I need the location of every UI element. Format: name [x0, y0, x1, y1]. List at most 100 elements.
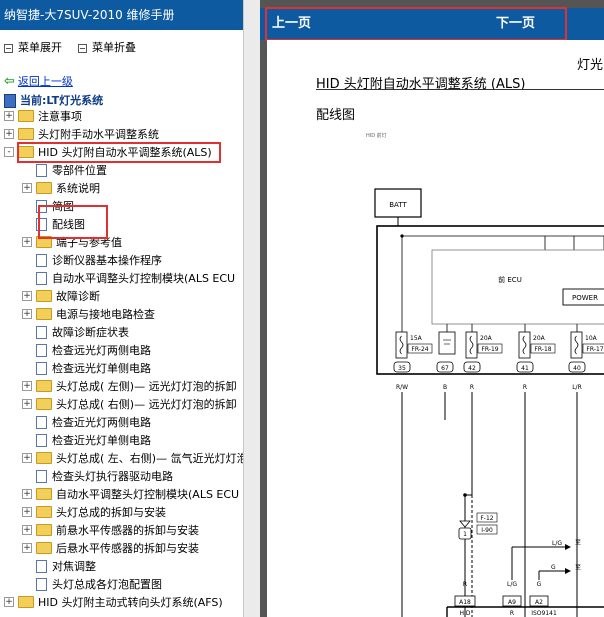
expand-menu-button[interactable]: 菜单展开	[4, 39, 62, 55]
wire-label-1: R/W	[396, 384, 408, 391]
document-icon	[36, 433, 47, 447]
expand-toggle-icon[interactable]: +	[22, 507, 32, 517]
tree-item-label: 零部件位置	[52, 164, 107, 177]
document-icon	[36, 271, 47, 285]
collapse-menu-button[interactable]: 菜单折叠	[78, 39, 136, 55]
tree-item[interactable]: + 电源与接地电路检查	[22, 306, 155, 324]
tree-item-label: 检查头灯执行器驱动电路	[52, 470, 173, 483]
folder-icon	[18, 596, 34, 608]
tree-item-label: 头灯附手动水平调整系统	[38, 128, 159, 141]
tree-item-label: 故障诊断	[56, 290, 100, 303]
ground-block	[438, 331, 456, 355]
folder-icon	[36, 308, 52, 320]
expand-toggle-icon[interactable]: +	[4, 129, 14, 139]
tree-item[interactable]: 头灯总成各灯泡配置图	[22, 576, 162, 594]
tree-item-label: 注意事项	[38, 110, 82, 123]
fuse-3	[465, 331, 478, 359]
document-icon	[36, 163, 47, 177]
tree-item[interactable]: + 前悬水平传感器的拆卸与安装	[22, 522, 199, 540]
document-icon	[36, 253, 47, 267]
tree-item[interactable]: 诊断仪器基本操作程序	[22, 252, 162, 270]
document-viewer: 上一页 下一页 灯光 HID 头灯附自动水平调整系统 (ALS) 配线图 HID…	[260, 0, 604, 617]
document-icon	[36, 559, 47, 573]
tree-item[interactable]: + 故障诊断	[22, 288, 100, 306]
tree-item[interactable]: 自动水平调整头灯控制模块(ALS ECU	[22, 270, 235, 288]
wire-label-4: R	[523, 384, 527, 391]
tree-item[interactable]: 检查头灯执行器驱动电路	[22, 468, 173, 486]
tree-item[interactable]: + HID 头灯附主动式转向头灯系统(AFS)	[4, 594, 223, 612]
bottom-pin-3: A2	[535, 599, 543, 606]
folder-icon	[36, 452, 52, 464]
wire-label-2: B	[443, 384, 447, 391]
bus-node	[400, 234, 404, 238]
document-icon	[36, 415, 47, 429]
collapse-icon	[78, 43, 87, 53]
tree-item-label: 电源与接地电路检查	[56, 308, 155, 321]
tree-item[interactable]: 检查远光灯两侧电路	[22, 342, 151, 360]
tree-item-label: 系统说明	[56, 182, 100, 195]
back-link[interactable]: ⇦ 返回上一级	[4, 73, 73, 89]
folder-icon	[18, 128, 34, 140]
lg-dest: 至	[575, 539, 581, 546]
expand-toggle-icon[interactable]: +	[4, 597, 14, 607]
tree-item-label: 故障诊断症状表	[52, 326, 129, 339]
panel-splitter[interactable]	[243, 0, 260, 617]
collapse-toggle-icon[interactable]: -	[4, 147, 14, 157]
folder-icon	[36, 380, 52, 392]
book-icon	[4, 94, 16, 108]
g-label: G	[551, 564, 556, 571]
bottom-label-3: ISO9141	[531, 610, 557, 617]
tree-item[interactable]: + 系统说明	[22, 180, 100, 198]
expand-toggle-icon[interactable]: +	[22, 309, 32, 319]
pin-3: 42	[468, 365, 476, 372]
tree-item-label: 检查远光灯两侧电路	[52, 344, 151, 357]
ecu-inner-box	[431, 249, 604, 325]
back-arrow-icon: ⇦	[4, 74, 15, 89]
expand-toggle-icon[interactable]: +	[22, 543, 32, 553]
bottom-pin-2: A9	[508, 599, 516, 606]
expand-toggle-icon[interactable]: +	[22, 453, 32, 463]
tree-item[interactable]: 对焦调整	[22, 558, 96, 576]
expand-toggle-icon[interactable]: +	[22, 489, 32, 499]
tree-item[interactable]: + 头灯总成( 左、右侧)— 氙气近光灯灯泡	[22, 450, 243, 468]
document-icon	[36, 325, 47, 339]
expand-toggle-icon[interactable]: +	[22, 381, 32, 391]
tree-item[interactable]: + 后悬水平传感器的拆卸与安装	[22, 540, 199, 558]
tree-item[interactable]: 零部件位置	[22, 162, 107, 180]
expand-toggle-icon[interactable]: +	[22, 291, 32, 301]
tree-item[interactable]: + 头灯总成( 左侧)— 远光灯灯泡的拆卸	[22, 378, 237, 396]
pin-2: 67	[441, 365, 449, 372]
document-icon	[36, 343, 47, 357]
tree-item-label: 检查近光灯两侧电路	[52, 416, 151, 429]
expand-toggle-icon[interactable]: +	[22, 399, 32, 409]
tree-item[interactable]: 故障诊断症状表	[22, 324, 129, 342]
document-page: 灯光 HID 头灯附自动水平调整系统 (ALS) 配线图 HID 前灯 BATT…	[267, 40, 604, 617]
tree-item-label: 头灯总成的拆卸与安装	[56, 506, 166, 519]
tree-item[interactable]: 检查近光灯单侧电路	[22, 432, 151, 450]
tree-item[interactable]: 检查近光灯两侧电路	[22, 414, 151, 432]
folder-icon	[36, 182, 52, 194]
wire-r-label: R	[463, 581, 467, 588]
expand-toggle-icon[interactable]: +	[4, 111, 14, 121]
expand-toggle-icon[interactable]: +	[22, 525, 32, 535]
tree-item-label: 头灯总成( 左侧)— 远光灯灯泡的拆卸	[56, 380, 237, 393]
tree-item-label: HID 头灯附主动式转向头灯系统(AFS)	[38, 596, 223, 609]
pin-5: 40	[573, 365, 581, 372]
wire-lg-bottom: L/G	[507, 581, 517, 588]
tree-item-label: 头灯总成( 右侧)— 远光灯灯泡的拆卸	[56, 398, 237, 411]
tree-item[interactable]: + 头灯总成的拆卸与安装	[22, 504, 166, 522]
expand-toggle-icon[interactable]: +	[22, 183, 32, 193]
fuse-1	[395, 331, 408, 359]
tree-item[interactable]: + 头灯总成( 右侧)— 远光灯灯泡的拆卸	[22, 396, 237, 414]
fuse-4-code: FR-18	[534, 346, 551, 353]
tree-item-label: 头灯总成各灯泡配置图	[52, 578, 162, 591]
tree-item[interactable]: + 自动水平调整头灯控制模块(ALS ECU	[22, 486, 239, 504]
expand-toggle-icon[interactable]: +	[22, 237, 32, 247]
fuse-1-code: FR-24	[411, 346, 428, 353]
fuse-5-code: FR-17	[586, 346, 603, 353]
tree-item[interactable]: + 注意事项	[4, 108, 82, 126]
highlight-box-section	[17, 142, 221, 163]
tree-item[interactable]: 检查远光灯单侧电路	[22, 360, 151, 378]
document-icon	[36, 577, 47, 591]
batt-label: BATT	[389, 201, 407, 209]
